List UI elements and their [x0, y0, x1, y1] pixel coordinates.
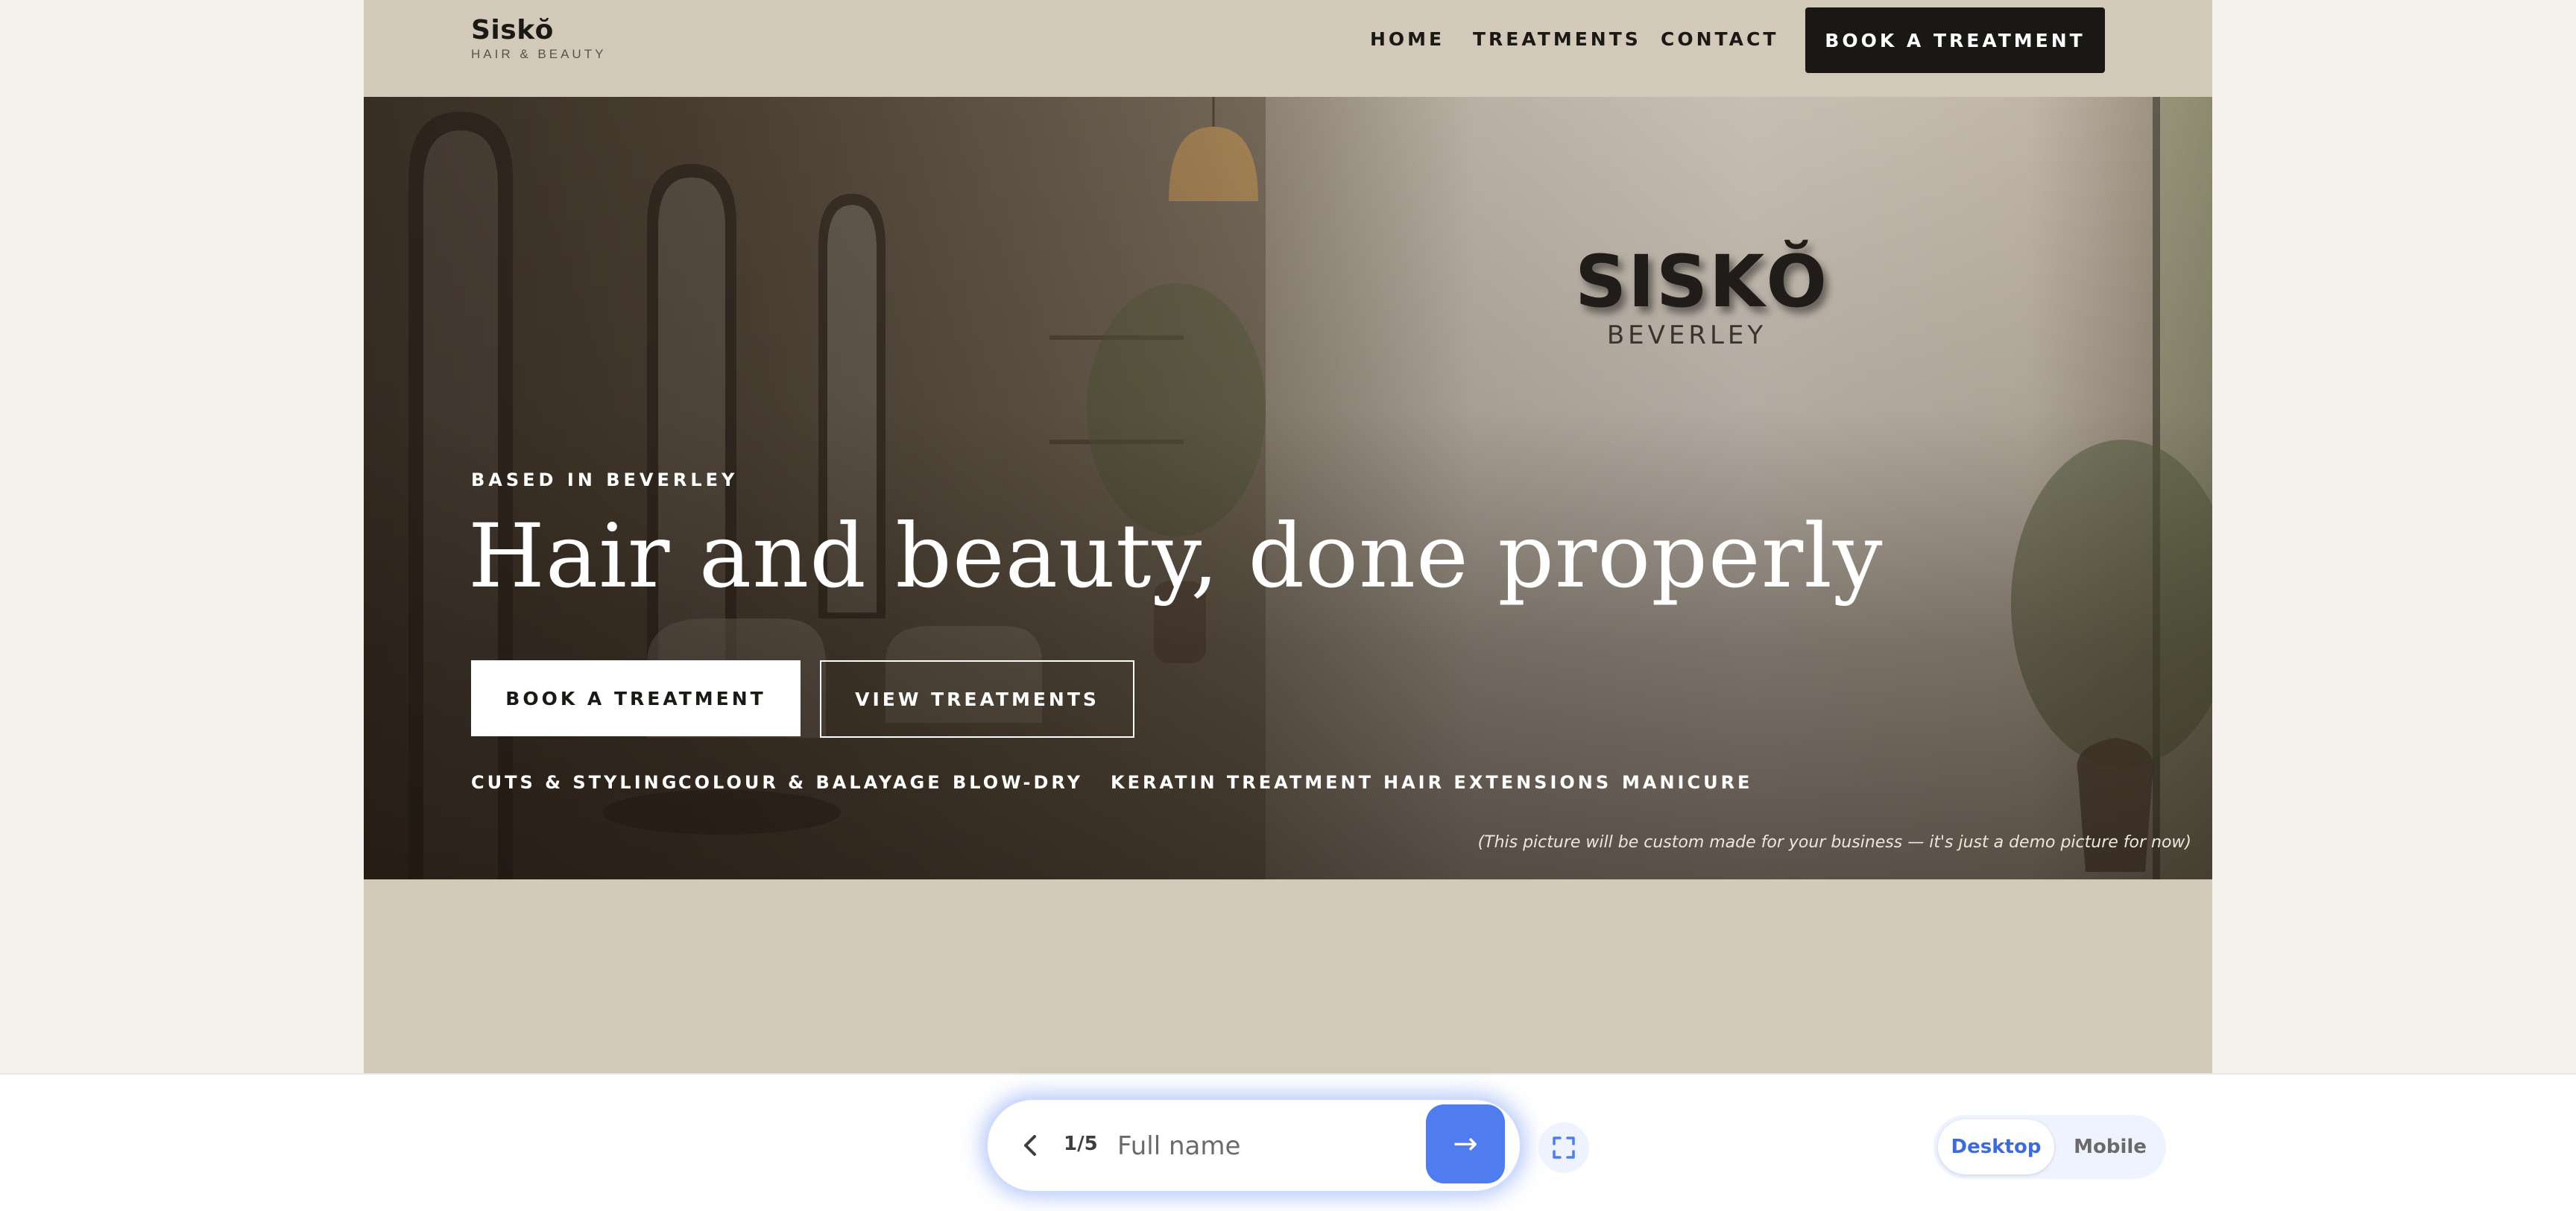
brand-name: Siskŏ [471, 15, 554, 45]
service-item: HAIR EXTENSIONS [1383, 772, 1612, 793]
service-item: MANICURE [1622, 772, 1753, 793]
hero-headline: Hair and beauty, done properly [468, 505, 1884, 607]
demo-image-note: (This picture will be custom made for yo… [1477, 833, 2191, 852]
brand-tagline: HAIR & BEAUTY [471, 47, 607, 61]
form-step-pill: 1/5 → [988, 1100, 1520, 1191]
view-mode-toggle: Desktop Mobile [1933, 1115, 2166, 1179]
site-header: Siskŏ HAIR & BEAUTY HOME TREATMENTS CONT… [364, 0, 2212, 97]
nav-contact[interactable]: CONTACT [1661, 28, 1778, 50]
step-counter: 1/5 [1064, 1133, 1098, 1155]
desktop-view-button[interactable]: Desktop [1938, 1119, 2054, 1174]
service-item: CUTS & STYLING [471, 772, 680, 793]
wall-logo-sign: SISKŎ BEVERLEY [1575, 240, 1828, 350]
service-item: BLOW-DRY [953, 772, 1083, 793]
book-treatment-button[interactable]: BOOK A TREATMENT [471, 660, 801, 736]
brand-logo[interactable]: Siskŏ HAIR & BEAUTY [471, 15, 606, 62]
expand-icon [1553, 1136, 1575, 1159]
back-button[interactable] [1010, 1125, 1050, 1166]
book-treatment-button-header[interactable]: BOOK A TREATMENT [1805, 7, 2105, 73]
wall-logo-location: BEVERLEY [1606, 320, 1767, 350]
full-name-input[interactable] [1116, 1119, 1417, 1173]
website-preview: Siskŏ HAIR & BEAUTY HOME TREATMENTS CONT… [364, 0, 2212, 1073]
nav-treatments[interactable]: TREATMENTS [1473, 28, 1641, 50]
onboarding-bar: 1/5 → Desktop Mobile [0, 1073, 2576, 1211]
wall-logo-text: SISKŎ [1575, 240, 1828, 323]
mobile-view-button[interactable]: Mobile [2059, 1119, 2162, 1174]
next-button[interactable]: → [1426, 1104, 1505, 1183]
service-item: COLOUR & BALAYAGE [678, 772, 943, 793]
hero-eyebrow: BASED IN BEVERLEY [471, 469, 739, 490]
service-item: KERATIN TREATMENT [1111, 772, 1374, 793]
arrow-right-icon: → [1453, 1127, 1478, 1161]
fullscreen-button[interactable] [1538, 1122, 1589, 1173]
nav-home[interactable]: HOME [1370, 28, 1445, 50]
view-treatments-button[interactable]: VIEW TREATMENTS [820, 660, 1134, 738]
chevron-left-icon [1024, 1135, 1036, 1156]
hero-section: SISKŎ BEVERLEY BASED IN BEVERLEY Hair an… [364, 97, 2212, 879]
